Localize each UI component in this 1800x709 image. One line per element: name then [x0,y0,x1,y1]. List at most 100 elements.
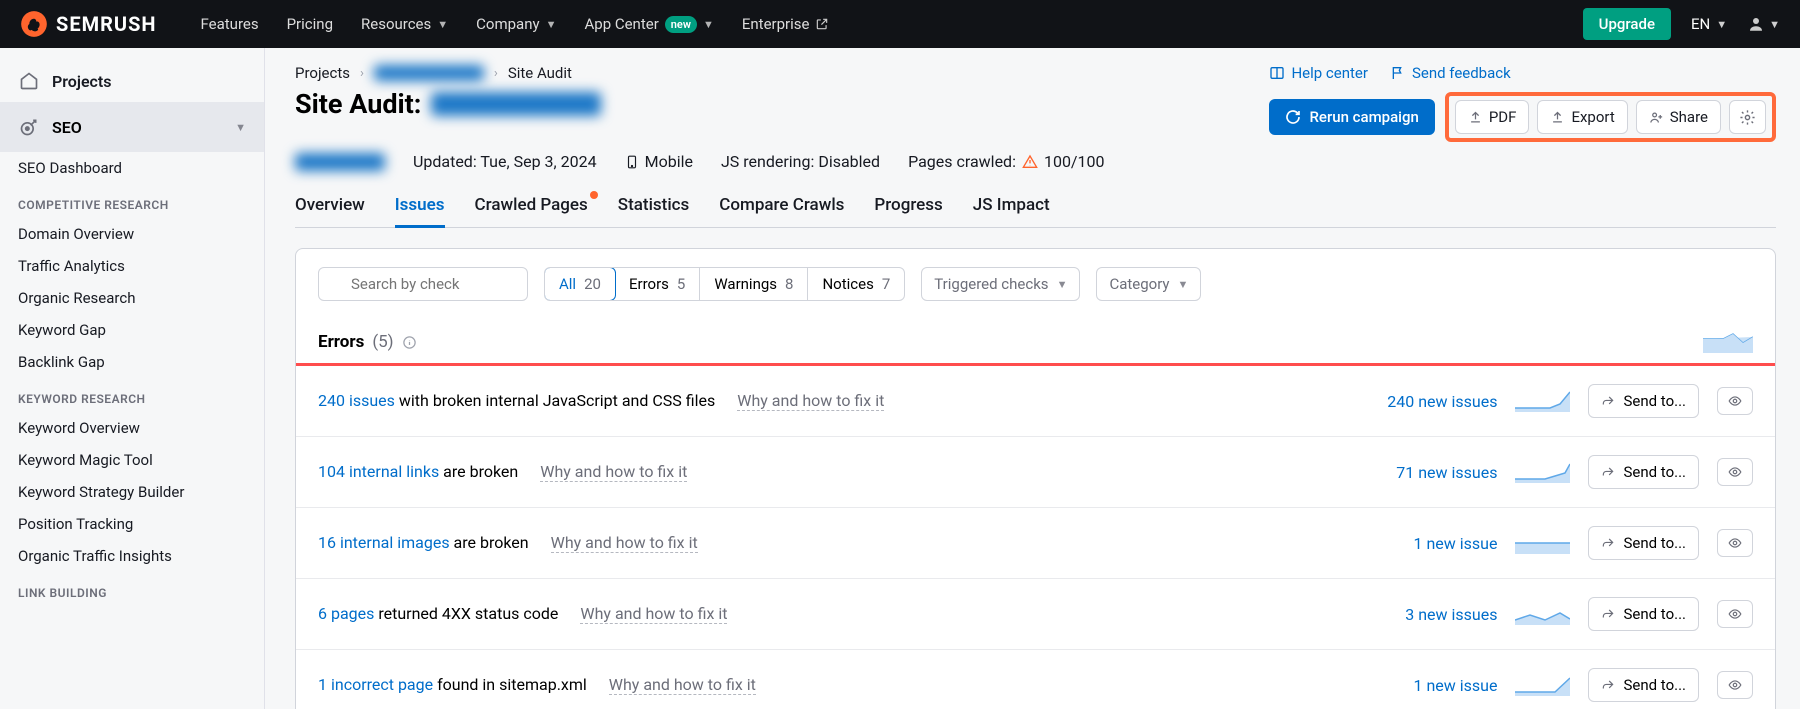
tab-progress[interactable]: Progress [874,195,942,227]
why-fix-link[interactable]: Why and how to fix it [580,604,727,624]
seg-notices[interactable]: Notices7 [808,268,904,300]
new-issues-link[interactable]: 240 new issues [1387,392,1497,411]
seg-errors[interactable]: Errors5 [615,268,700,300]
sidebar-item-traffic-analytics[interactable]: Traffic Analytics [0,250,264,282]
upgrade-button[interactable]: Upgrade [1583,8,1671,40]
sidebar-item-seo[interactable]: SEO ▼ [0,102,264,152]
nav-enterprise[interactable]: Enterprise [742,15,830,33]
nav-pricing[interactable]: Pricing [287,15,333,33]
sidebar-item-keyword-overview[interactable]: Keyword Overview [0,412,264,444]
hide-button[interactable] [1717,387,1753,415]
sidebar-item-backlink-gap[interactable]: Backlink Gap [0,346,264,378]
why-fix-link[interactable]: Why and how to fix it [551,533,698,553]
chevron-down-icon: ▼ [1769,18,1780,31]
issue-description: are broken [443,462,518,481]
updated-text: Updated: Tue, Sep 3, 2024 [413,152,597,171]
chevron-down-icon: ▼ [437,18,448,31]
lang-switcher[interactable]: EN▼ [1691,15,1727,33]
why-fix-link[interactable]: Why and how to fix it [540,462,687,482]
search-input[interactable] [318,267,528,301]
nav-app-center[interactable]: App Centernew▼ [584,15,713,33]
page-title: Site Audit: [295,88,601,120]
send-to-button[interactable]: Send to... [1588,455,1699,489]
issue-row: 1 incorrect page found in sitemap.xml Wh… [296,650,1775,709]
nav-links: Features Pricing Resources▼ Company▼ App… [201,15,830,33]
issue-count-link[interactable]: 240 issues [318,391,395,410]
sidebar-item-keyword-magic[interactable]: Keyword Magic Tool [0,444,264,476]
export-button[interactable]: Export [1537,100,1627,134]
eye-icon [1726,394,1744,408]
seg-warnings[interactable]: Warnings8 [700,268,808,300]
sidebar-item-position-tracking[interactable]: Position Tracking [0,508,264,540]
send-to-button[interactable]: Send to... [1588,384,1699,418]
breadcrumb-project-name[interactable] [374,65,484,81]
tab-js-impact[interactable]: JS Impact [973,195,1050,227]
sidebar-item-organic-research[interactable]: Organic Research [0,282,264,314]
sidebar-item-keyword-strategy[interactable]: Keyword Strategy Builder [0,476,264,508]
hide-button[interactable] [1717,671,1753,699]
send-feedback-link[interactable]: Send feedback [1390,64,1511,82]
share-button[interactable]: Share [1636,100,1721,134]
send-to-button[interactable]: Send to... [1588,668,1699,702]
issue-count-link[interactable]: 16 internal images [318,533,450,552]
eye-icon [1726,678,1744,692]
filter-segments: All20 Errors5 Warnings8 Notices7 [544,267,905,301]
action-row: Rerun campaign PDF Export [1269,92,1776,142]
sidebar-item-domain-overview[interactable]: Domain Overview [0,218,264,250]
nav-features[interactable]: Features [201,15,259,33]
new-issues-link[interactable]: 71 new issues [1396,463,1497,482]
brand-text: SEMRUSH [56,12,157,36]
issue-description: with broken internal JavaScript and CSS … [399,391,715,410]
domain-blur [295,153,385,171]
issues-card: All20 Errors5 Warnings8 Notices7 Trigger… [295,248,1776,709]
rerun-campaign-button[interactable]: Rerun campaign [1269,99,1434,135]
errors-count: (5) [372,332,393,352]
chevron-down-icon: ▼ [546,18,557,31]
sidebar-item-seo-dashboard[interactable]: SEO Dashboard [0,152,264,184]
new-issues-link[interactable]: 3 new issues [1405,605,1497,624]
seg-all[interactable]: All20 [544,267,616,301]
tab-overview[interactable]: Overview [295,195,365,227]
chevron-down-icon: ▼ [1057,278,1068,291]
issue-count-link[interactable]: 1 incorrect page [318,675,433,694]
sidebar: Projects SEO ▼ SEO Dashboard COMPETITIVE… [0,48,265,709]
sparkline [1515,674,1570,696]
issue-row: 6 pages returned 4XX status code Why and… [296,579,1775,650]
badge-new: new [665,16,697,33]
chevron-down-icon: ▼ [235,121,246,134]
nav-resources[interactable]: Resources▼ [361,15,448,33]
issue-count-link[interactable]: 104 internal links [318,462,439,481]
category-dropdown[interactable]: Category▼ [1096,267,1201,301]
tab-issues[interactable]: Issues [395,195,445,227]
hide-button[interactable] [1717,600,1753,628]
sidebar-group-keyword: KEYWORD RESEARCH [0,378,264,412]
upload-icon [1550,110,1565,125]
share-arrow-icon [1601,536,1615,550]
pdf-button[interactable]: PDF [1455,100,1530,134]
why-fix-link[interactable]: Why and how to fix it [609,675,756,695]
send-to-button[interactable]: Send to... [1588,597,1699,631]
issue-count-link[interactable]: 6 pages [318,604,374,623]
send-to-button[interactable]: Send to... [1588,526,1699,560]
tab-crawled-pages[interactable]: Crawled Pages [475,195,588,227]
hide-button[interactable] [1717,458,1753,486]
nav-company[interactable]: Company▼ [476,15,556,33]
logo[interactable]: SEMRUSH [20,10,157,38]
chevron-down-icon: ▼ [703,18,714,31]
new-issues-link[interactable]: 1 new issue [1414,534,1498,553]
breadcrumb-projects[interactable]: Projects [295,64,350,82]
share-arrow-icon [1601,678,1615,692]
info-icon[interactable] [402,335,417,350]
tab-statistics[interactable]: Statistics [618,195,689,227]
triggered-checks-dropdown[interactable]: Triggered checks▼ [921,267,1080,301]
hide-button[interactable] [1717,529,1753,557]
sidebar-item-projects[interactable]: Projects [0,60,264,102]
help-center-link[interactable]: Help center [1269,64,1367,82]
settings-button[interactable] [1729,100,1766,134]
avatar-menu[interactable]: ▼ [1747,15,1780,33]
why-fix-link[interactable]: Why and how to fix it [737,391,884,411]
sidebar-item-organic-traffic[interactable]: Organic Traffic Insights [0,540,264,572]
tab-compare-crawls[interactable]: Compare Crawls [719,195,844,227]
sidebar-item-keyword-gap[interactable]: Keyword Gap [0,314,264,346]
new-issues-link[interactable]: 1 new issue [1414,676,1498,695]
